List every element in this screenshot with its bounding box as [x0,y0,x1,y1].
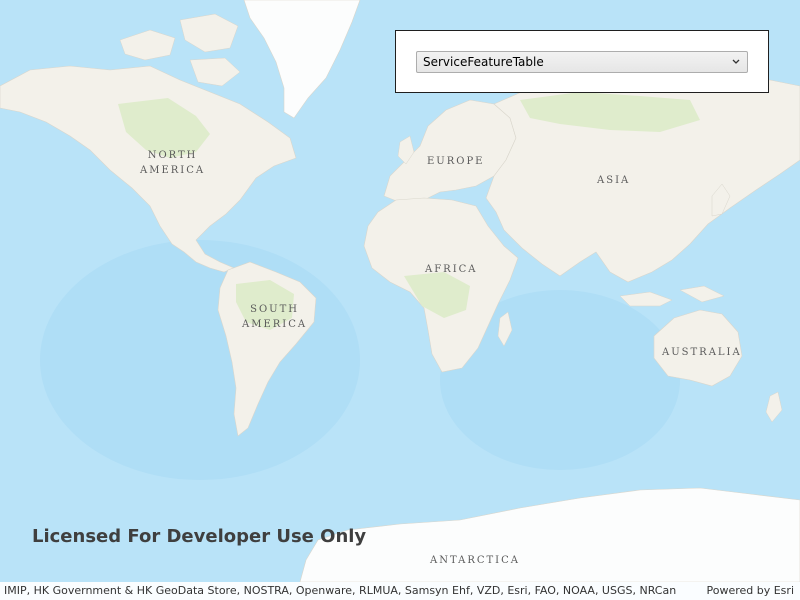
attribution-sources: IMIP, HK Government & HK GeoData Store, … [4,584,677,597]
dropdown-selected-value: ServiceFeatureTable [423,55,544,69]
label-africa: AFRICA [425,264,478,275]
layer-selector-panel: ServiceFeatureTable [395,30,769,93]
chevron-down-icon [732,59,740,64]
label-south-america: SOUTH AMERICA [242,304,308,330]
attribution-bar: IMIP, HK Government & HK GeoData Store, … [0,582,800,600]
label-australia: AUSTRALIA [662,347,742,358]
label-europe: EUROPE [427,156,485,167]
license-watermark: Licensed For Developer Use Only [32,526,367,547]
feature-table-dropdown[interactable]: ServiceFeatureTable [416,51,748,73]
label-asia: ASIA [597,175,631,186]
label-north-america: NORTH AMERICA [140,150,206,176]
map-app: NORTH AMERICA SOUTH AMERICA EUROPE AFRIC… [0,0,800,600]
powered-by-esri[interactable]: Powered by Esri [706,584,794,597]
ocean-shade [40,240,360,480]
label-antarctica: ANTARCTICA [430,555,520,566]
